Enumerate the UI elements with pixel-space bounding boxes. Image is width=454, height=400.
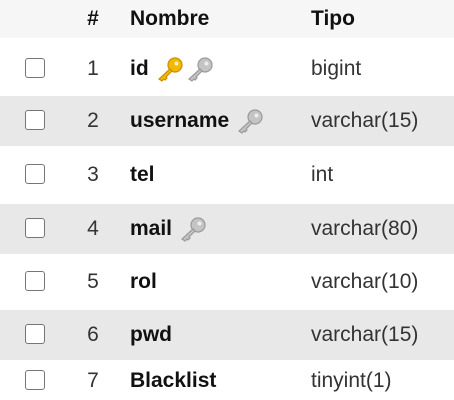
header-name[interactable]: Nombre bbox=[130, 7, 209, 31]
column-name[interactable]: username bbox=[130, 108, 265, 134]
row-number: 3 bbox=[87, 163, 99, 186]
row-checkbox[interactable] bbox=[25, 58, 47, 80]
primary-key-icon bbox=[155, 56, 185, 82]
row-checkbox[interactable] bbox=[25, 164, 47, 186]
row-number: 6 bbox=[87, 323, 99, 346]
column-name[interactable]: pwd bbox=[130, 323, 172, 347]
header-num: # bbox=[87, 7, 99, 30]
column-type: int bbox=[311, 163, 334, 186]
table-row: 3 tel int bbox=[0, 150, 454, 200]
row-number: 4 bbox=[87, 217, 99, 240]
column-type: varchar(15) bbox=[311, 109, 419, 132]
column-name[interactable]: tel bbox=[130, 163, 155, 187]
row-number: 2 bbox=[87, 109, 99, 132]
column-name-label: mail bbox=[130, 217, 173, 240]
column-name[interactable]: Blacklist bbox=[130, 369, 216, 393]
column-type: varchar(80) bbox=[311, 217, 419, 240]
column-type: bigint bbox=[311, 57, 362, 80]
column-name[interactable]: rol bbox=[130, 270, 157, 294]
index-key-icon bbox=[178, 216, 208, 242]
header-type[interactable]: Tipo bbox=[311, 7, 355, 31]
column-name-label: pwd bbox=[130, 323, 172, 346]
structure-table: # Nombre Tipo 1 id bigint 2 username var… bbox=[0, 0, 454, 400]
row-checkbox[interactable] bbox=[25, 110, 47, 132]
table-row: 4 mail varchar(80) bbox=[0, 204, 454, 254]
index-key-icon bbox=[235, 108, 265, 134]
column-name[interactable]: mail bbox=[130, 216, 208, 242]
row-checkbox[interactable] bbox=[25, 369, 47, 392]
row-number: 1 bbox=[87, 57, 99, 80]
column-name-label: username bbox=[130, 109, 230, 132]
table-row: 1 id bigint bbox=[0, 44, 454, 94]
column-name-label: Blacklist bbox=[130, 368, 217, 392]
row-checkbox[interactable] bbox=[25, 324, 47, 346]
table-row: 7 Blacklist tinyint(1) bbox=[0, 361, 454, 400]
column-type: varchar(15) bbox=[311, 323, 419, 346]
column-type: varchar(10) bbox=[311, 270, 419, 293]
table-row: 6 pwd varchar(15) bbox=[0, 310, 454, 360]
column-type: tinyint(1) bbox=[311, 368, 392, 392]
column-name-label: id bbox=[130, 57, 149, 80]
row-number: 7 bbox=[87, 368, 99, 392]
table-row: 2 username varchar(15) bbox=[0, 96, 454, 146]
index-key-icon bbox=[185, 56, 215, 82]
row-checkbox[interactable] bbox=[25, 218, 47, 240]
table-header: # Nombre Tipo bbox=[0, 0, 454, 40]
column-name-label: rol bbox=[130, 270, 157, 293]
row-checkbox[interactable] bbox=[25, 271, 47, 293]
row-number: 5 bbox=[87, 270, 99, 293]
column-name[interactable]: id bbox=[130, 56, 215, 82]
column-name-label: tel bbox=[130, 163, 155, 186]
table-row: 5 rol varchar(10) bbox=[0, 257, 454, 307]
